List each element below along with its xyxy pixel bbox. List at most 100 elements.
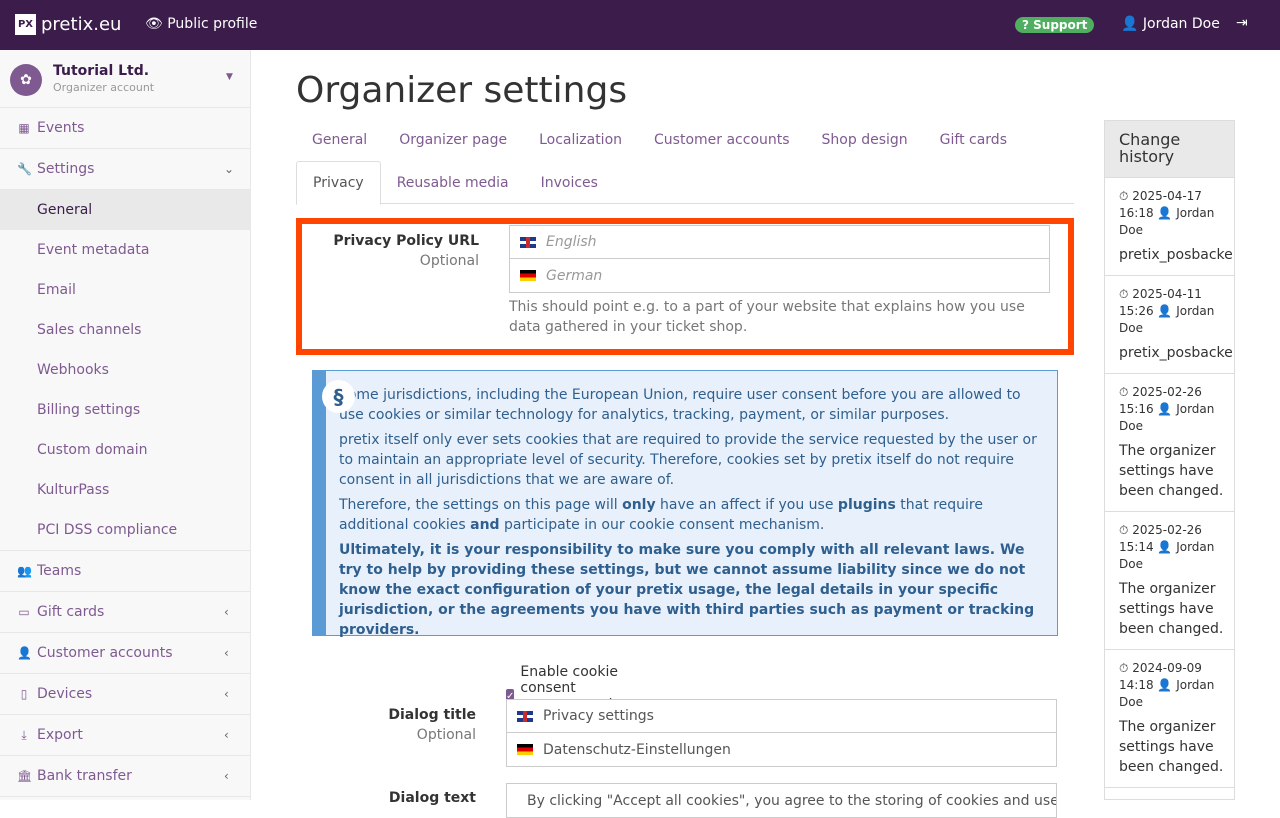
history-date: 2025-04-17 [1132,189,1202,203]
sidebar: ✿ Tutorial Ltd. Organizer account ▼ ▦ Eve… [0,50,251,800]
uk-flag-icon [520,236,536,248]
sidebar-item-label: Bank transfer [37,768,132,784]
info-paragraph: Therefore, the settings on this page wil… [339,495,1043,535]
user-icon: 👤 [1121,16,1139,32]
tab-reusable-media[interactable]: Reusable media [381,161,525,204]
dialog-title-label: Dialog title [388,707,476,723]
sidebar-item-bank-transfer[interactable]: 🏛 Bank transfer ‹ [0,756,250,797]
privacy-url-input-de[interactable]: German [510,259,1049,292]
clock-icon: ⏱ [1119,385,1129,399]
sidebar-item-label: Devices [37,686,93,702]
sidebar-item-export[interactable]: ⤓ Export ‹ [0,715,250,756]
public-profile-link[interactable]: 👁 Public profile [145,16,257,32]
section-sign-icon: § [322,380,355,413]
user-name: Jordan Doe [1142,16,1220,32]
privacy-url-input-en[interactable]: English [510,226,1049,259]
info-text: have an affect if you use [655,497,838,513]
pretix-logo-icon: PX [15,14,36,35]
history-date: 2024-09-09 [1132,661,1202,675]
tab-privacy[interactable]: Privacy [296,161,381,205]
sidebar-subitem-kulturpass[interactable]: KulturPass [0,470,250,510]
sidebar-item-teams[interactable]: 👥 Teams [0,551,250,592]
history-date: 2025-04-11 [1132,287,1202,301]
user-icon: 👤 [1157,678,1173,692]
organizer-avatar-icon: ✿ [10,64,42,96]
sidebar-item-label: Settings [37,161,95,177]
tablet-icon: ▯ [20,687,28,701]
logout-icon[interactable]: ⇥ [1236,15,1248,31]
user-icon: 👤 [1157,206,1173,220]
dialog-title-input-de[interactable]: Datenschutz-Einstellungen [507,733,1056,766]
tab-general[interactable]: General [296,132,383,152]
credit-card-icon: ▭ [18,605,30,619]
dialog-title-input-en[interactable]: Privacy settings [507,700,1056,733]
question-icon: ? [1022,18,1029,32]
sidebar-item-label: Teams [37,563,82,579]
sidebar-item-events[interactable]: ▦ Events [0,108,250,149]
history-time: 15:16 [1119,402,1154,416]
history-time: 15:14 [1119,540,1154,554]
info-text: Therefore, the settings on this page wil… [338,497,623,513]
tab-gift-cards[interactable]: Gift cards [924,132,1023,152]
history-item: ⏱ 2025-04-11 15:26 👤 Jordan Doe pretix_p… [1105,275,1234,373]
tab-organizer-page[interactable]: Organizer page [383,132,523,152]
sidebar-subitem-event-metadata[interactable]: Event metadata [0,230,250,270]
chevron-down-icon: ⌄ [224,162,235,176]
tab-localization[interactable]: Localization [523,132,638,152]
tab-shop-design[interactable]: Shop design [806,132,924,152]
wrench-icon: 🔧 [17,162,32,176]
sidebar-subitem-billing-settings[interactable]: Billing settings [0,390,250,430]
user-icon: 👤 [1157,304,1173,318]
sidebar-item-customer-accounts[interactable]: 👤 Customer accounts ‹ [0,633,250,674]
history-item: ⏱ 2025-04-17 16:18 👤 Jordan Doe pretix_p… [1105,177,1234,275]
privacy-url-placeholder-en: English [546,234,597,250]
info-sidebar: § [313,371,355,635]
settings-submenu: General Event metadata Email Sales chann… [0,190,250,551]
history-description: pretix_posbackend.fiscal [1119,345,1234,361]
sidebar-subitem-sales-channels[interactable]: Sales channels [0,310,250,350]
sidebar-subitem-custom-domain[interactable]: Custom domain [0,430,250,470]
info-text: participate in our cookie consent mechan… [499,517,825,533]
dialog-title-optional: Optional [416,727,476,743]
dialog-text-input-en[interactable]: By clicking "Accept all cookies", you ag… [507,784,1056,817]
info-body: Some jurisdictions, including the Europe… [326,371,1057,638]
eye-icon: 👁 [145,16,163,32]
history-time: 16:18 [1119,206,1154,220]
tab-customer-accounts[interactable]: Customer accounts [638,132,806,152]
organizer-switcher[interactable]: ✿ Tutorial Ltd. Organizer account ▼ [0,50,250,108]
dialog-title-input-group: Privacy settings Datenschutz-Einstellung… [506,699,1057,767]
sidebar-item-devices[interactable]: ▯ Devices ‹ [0,674,250,715]
dialog-text-label: Dialog text [388,790,476,806]
clock-icon: ⏱ [1119,189,1129,203]
sidebar-subitem-email[interactable]: Email [0,270,250,310]
brand-link[interactable]: PX pretix.eu [15,14,121,35]
info-emphasis: and [470,517,500,533]
chevron-left-icon: ‹ [224,728,229,742]
user-icon: 👤 [17,646,32,660]
sidebar-subitem-general[interactable]: General [0,190,250,230]
support-badge[interactable]: ? Support [1015,17,1095,33]
support-label: Support [1033,18,1088,32]
chevron-left-icon: ‹ [224,605,229,619]
page-title: Organizer settings [296,70,628,111]
user-menu-link[interactable]: 👤 Jordan Doe [1121,16,1220,32]
user-icon: 👤 [1157,402,1173,416]
history-time: 14:18 [1119,678,1154,692]
history-description: The organizer settings have been changed… [1119,443,1224,499]
dialog-text-value-en: By clicking "Accept all cookies", you ag… [527,792,1056,809]
tab-invoices[interactable]: Invoices [525,161,614,204]
sidebar-item-settings[interactable]: 🔧 Settings ⌄ [0,149,250,190]
settings-tabs-row2: Privacy Reusable media Invoices [296,161,1074,205]
bank-icon: 🏛 [17,769,33,783]
sidebar-item-gift-cards[interactable]: ▭ Gift cards ‹ [0,592,250,633]
history-description: pretix_posbackend.fiscal [1119,247,1234,263]
chevron-left-icon: ‹ [224,646,229,660]
sidebar-subitem-pci-dss[interactable]: PCI DSS compliance [0,510,250,550]
cookie-info-box: § Some jurisdictions, including the Euro… [312,370,1058,638]
public-profile-label: Public profile [167,16,258,32]
sidebar-subitem-webhooks[interactable]: Webhooks [0,350,250,390]
download-icon: ⤓ [21,727,27,742]
privacy-url-help: This should point e.g. to a part of your… [509,299,1025,335]
history-date: 2025-02-26 [1132,385,1202,399]
privacy-url-placeholder-de: German [546,267,603,284]
